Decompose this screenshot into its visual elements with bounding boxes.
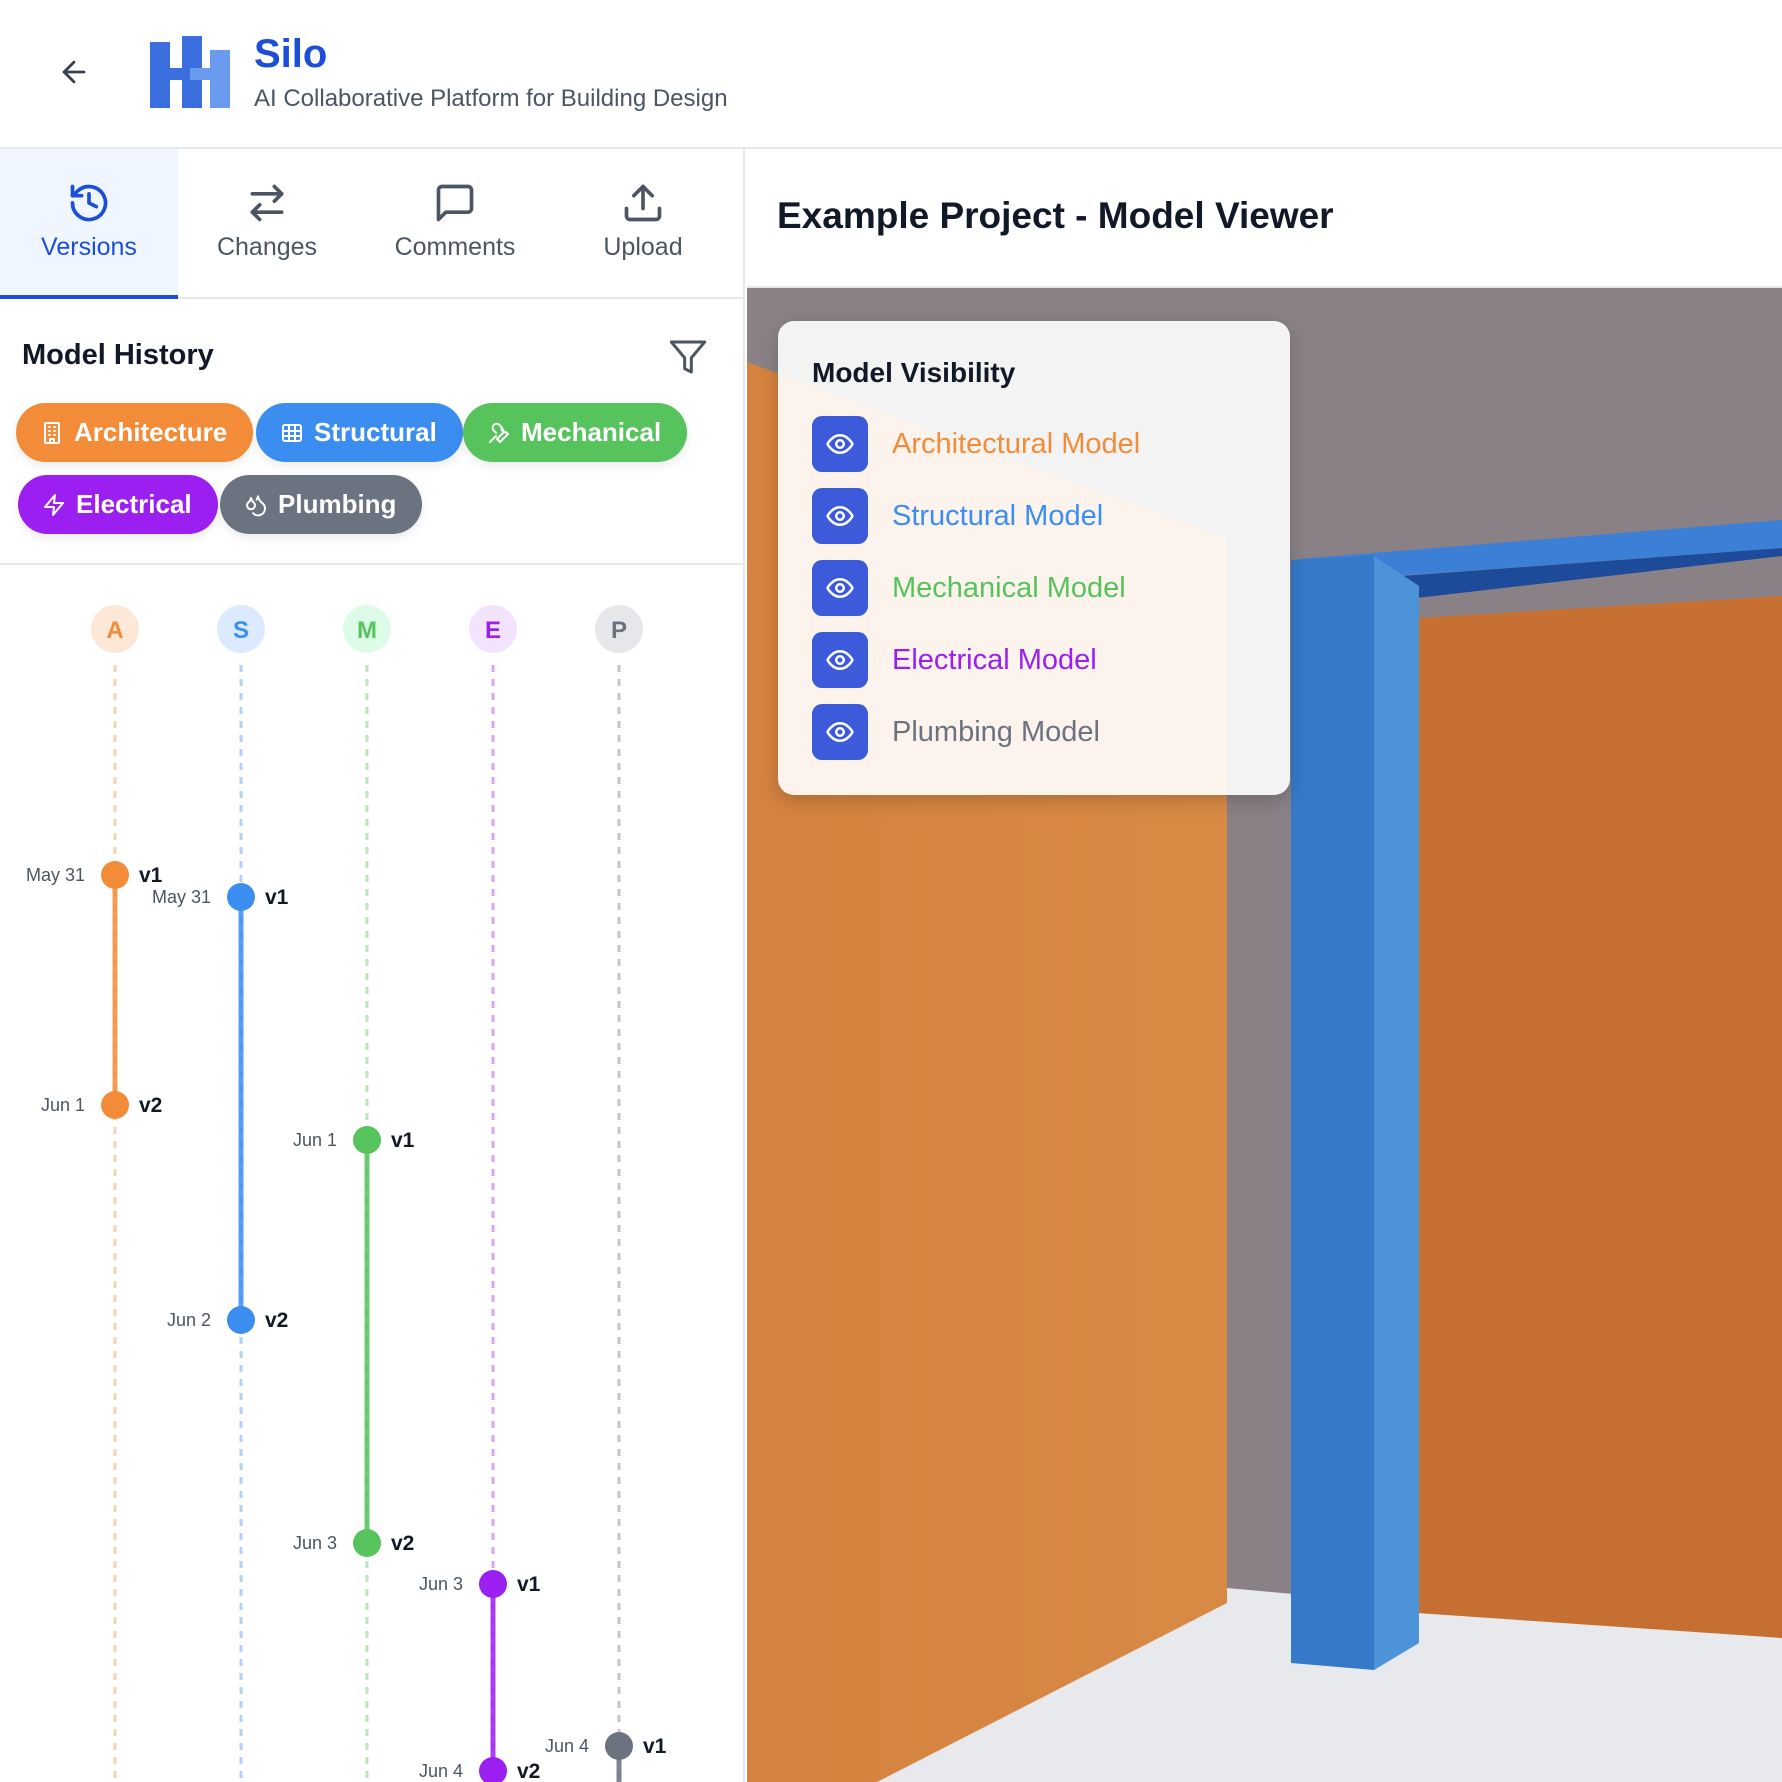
version-node xyxy=(353,1126,381,1154)
grid-icon xyxy=(282,423,302,442)
filter-chip-structural[interactable]: Structural xyxy=(256,403,463,462)
tab-label: Versions xyxy=(41,233,137,261)
version-label: v1 xyxy=(265,886,289,909)
eye-icon xyxy=(826,650,854,670)
chip-label: Electrical xyxy=(76,489,192,519)
eye-icon xyxy=(826,506,854,526)
chip-label: Structural xyxy=(314,417,437,447)
version-date: May 31 xyxy=(152,887,211,907)
visibility-title: Model Visibility xyxy=(812,357,1016,388)
back-button[interactable] xyxy=(52,50,96,94)
version-label: v2 xyxy=(265,1309,288,1332)
version-node xyxy=(101,861,129,889)
model-label: Architectural Model xyxy=(892,427,1141,460)
viewer-header: Example Project - Model Viewer xyxy=(747,149,1782,288)
arrow-left-icon xyxy=(62,60,86,84)
arrows-swap-icon xyxy=(250,184,284,222)
version-date: Jun 4 xyxy=(545,1736,589,1756)
version-date: Jun 1 xyxy=(41,1095,85,1115)
tab-label: Comments xyxy=(394,233,516,261)
visibility-row-electrical: Electrical Model xyxy=(812,632,1097,688)
version-node xyxy=(479,1570,507,1598)
visibility-row-architectural: Architectural Model xyxy=(812,416,1140,472)
tab-comments[interactable]: Comments xyxy=(356,149,554,299)
eye-icon xyxy=(826,722,854,742)
building-icon xyxy=(44,421,60,444)
filter-chip-plumbing[interactable]: Plumbing xyxy=(220,475,423,534)
version-node xyxy=(101,1091,129,1119)
version-label: v1 xyxy=(643,1735,667,1758)
version-date: Jun 1 xyxy=(293,1130,337,1150)
tab-changes[interactable]: Changes xyxy=(178,149,356,299)
bolt-icon xyxy=(44,493,64,516)
visibility-row-structural: Structural Model xyxy=(812,488,1103,544)
version-date: May 31 xyxy=(26,865,85,885)
filter-chip-electrical[interactable]: Electrical xyxy=(18,475,218,534)
version-timeline: AMay 31 v1Jun 1 v2SMay 31 v1Jun 2 v2MJun 1 v1… xyxy=(26,605,667,1782)
comment-icon xyxy=(436,184,474,222)
upload-icon xyxy=(624,184,662,222)
lane-letter: A xyxy=(106,617,123,644)
version-label: v2 xyxy=(139,1094,162,1117)
chip-label: Mechanical xyxy=(521,417,662,447)
version-date: Jun 4 xyxy=(419,1761,463,1781)
version-node xyxy=(227,883,255,911)
app-header: Silo AI Collaborative Platform for Build… xyxy=(0,0,1782,149)
eye-icon xyxy=(826,578,854,598)
app-subtitle: AI Collaborative Platform for Building D… xyxy=(254,85,728,112)
version-label: v2 xyxy=(517,1760,540,1782)
model-label: Plumbing Model xyxy=(892,715,1100,748)
model-visibility-panel: Model Visibility Architectural Model Stru… xyxy=(778,321,1290,795)
version-label: v2 xyxy=(391,1532,414,1555)
droplets-icon xyxy=(246,494,267,516)
lane-letter: M xyxy=(357,617,377,644)
lane-letter: S xyxy=(233,617,249,644)
left-panel: Versions Changes Comments Upload Model H… xyxy=(0,149,745,1782)
tab-bar: Versions Changes Comments Upload xyxy=(0,149,743,299)
model-history-title: Model History xyxy=(22,339,214,371)
chip-label: Architecture xyxy=(74,417,228,447)
version-node xyxy=(353,1529,381,1557)
history-icon xyxy=(70,184,108,222)
tab-label: Changes xyxy=(216,233,318,261)
structural-column-side xyxy=(1374,556,1419,1670)
filter-icon[interactable] xyxy=(668,337,708,377)
structural-column-front xyxy=(1291,556,1374,1670)
lane-letter: P xyxy=(611,617,627,644)
bar-chart-logo-icon xyxy=(150,36,230,108)
version-date: Jun 3 xyxy=(293,1533,337,1553)
tab-upload[interactable]: Upload xyxy=(554,149,732,299)
visibility-row-mechanical: Mechanical Model xyxy=(812,560,1126,616)
version-label: v1 xyxy=(139,864,163,887)
wrench-icon xyxy=(489,422,509,443)
eye-icon xyxy=(826,434,854,454)
toggle-visibility-button[interactable] xyxy=(812,488,868,544)
version-label: v1 xyxy=(391,1129,415,1152)
model-label: Mechanical Model xyxy=(892,571,1126,604)
model-label: Structural Model xyxy=(892,499,1104,532)
version-date: Jun 2 xyxy=(167,1310,211,1330)
version-node xyxy=(227,1306,255,1334)
version-date: Jun 3 xyxy=(419,1574,463,1594)
visibility-row-plumbing: Plumbing Model xyxy=(812,704,1100,760)
app-title: Silo xyxy=(254,32,328,76)
version-node xyxy=(479,1757,507,1782)
toggle-visibility-button[interactable] xyxy=(812,704,868,760)
viewer-title: Example Project - Model Viewer xyxy=(777,195,1334,236)
lane-letter: E xyxy=(485,617,501,644)
filter-chip-architecture[interactable]: Architecture xyxy=(16,403,254,462)
filter-chip-mechanical[interactable]: Mechanical xyxy=(463,403,688,462)
tab-label: Upload xyxy=(603,233,683,261)
toggle-visibility-button[interactable] xyxy=(812,632,868,688)
model-label: Electrical Model xyxy=(892,643,1097,676)
toggle-visibility-button[interactable] xyxy=(812,560,868,616)
architectural-wall-right xyxy=(1417,596,1782,1638)
chip-label: Plumbing xyxy=(278,489,397,519)
version-node xyxy=(605,1732,633,1760)
toggle-visibility-button[interactable] xyxy=(812,416,868,472)
version-label: v1 xyxy=(517,1573,541,1596)
tab-versions[interactable]: Versions xyxy=(0,149,178,299)
